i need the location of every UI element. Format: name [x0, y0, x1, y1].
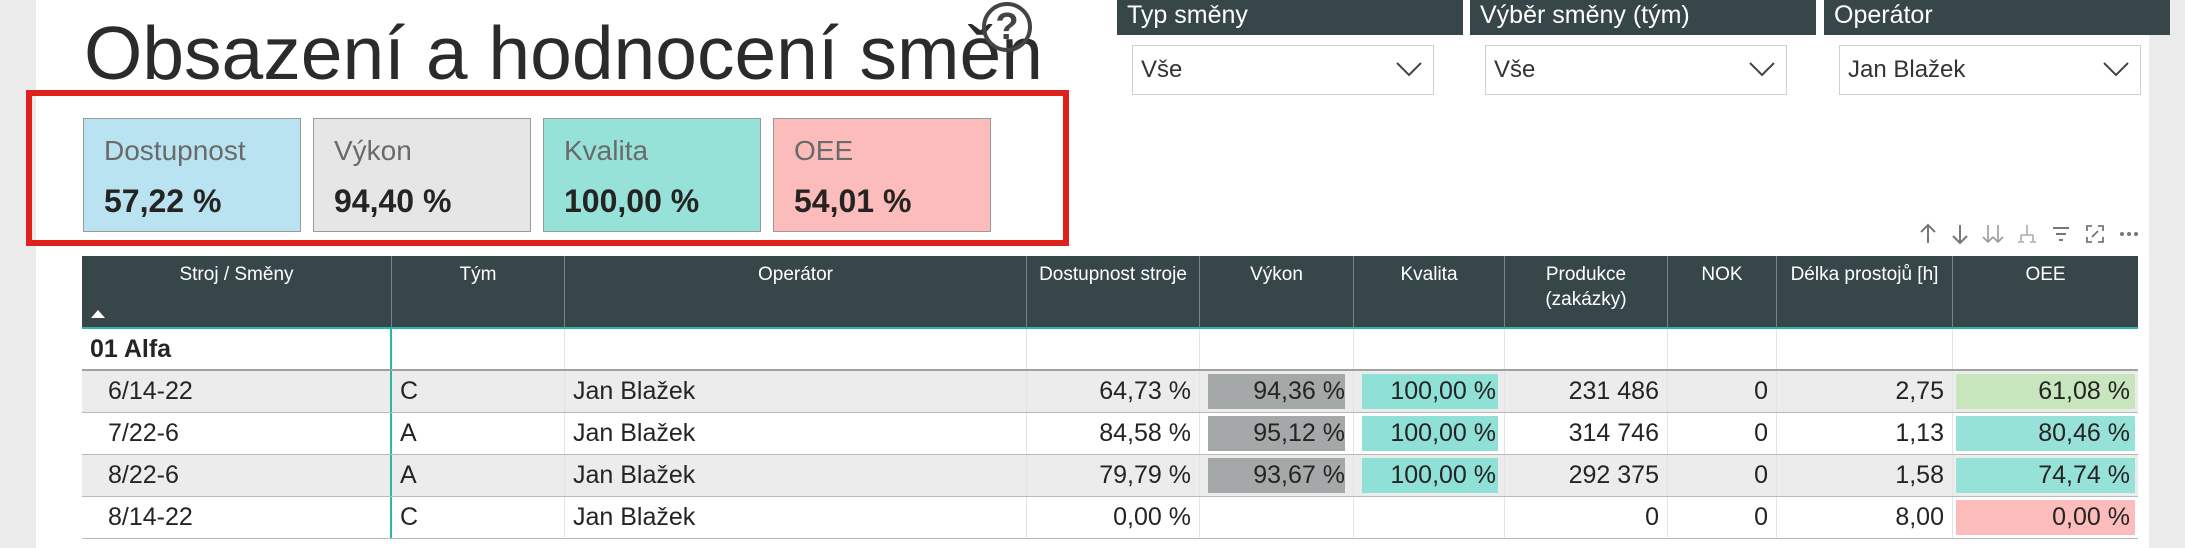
kpi-value: 54,01 % [794, 183, 912, 219]
cell-downtime: 8,00 [1777, 497, 1953, 538]
kpi-value: 100,00 % [564, 183, 700, 219]
slicer-header: Operátor [1824, 0, 2170, 35]
cell-production: 231 486 [1505, 371, 1668, 412]
team-dropdown[interactable]: Vše [1485, 45, 1787, 95]
cell-production: 0 [1505, 497, 1668, 538]
cell-nok: 0 [1668, 371, 1777, 412]
cell-downtime: 2,75 [1777, 371, 1953, 412]
cell-operator: Jan Blažek [565, 371, 1027, 412]
page-title: Obsazení a hodnocení směn [84, 11, 1043, 95]
more-options-icon[interactable] [2118, 223, 2140, 245]
column-header-downtime[interactable]: Délka prostojů [h] [1777, 256, 1953, 327]
visual-toolbar [1918, 222, 2140, 246]
cell-nok: 0 [1668, 455, 1777, 496]
cell-operator: Jan Blažek [565, 413, 1027, 454]
column-header-team[interactable]: Tým [392, 256, 565, 327]
table-row[interactable]: 8/14-22 C Jan Blažek 0,00 % 0 0 8,00 0,00 % [82, 497, 2138, 539]
cell-downtime: 1,58 [1777, 455, 1953, 496]
cell-performance: 93,67 % [1200, 455, 1354, 496]
operator-dropdown[interactable]: Jan Blažek [1839, 45, 2141, 95]
cell-team: C [392, 497, 565, 538]
focus-mode-icon[interactable] [2084, 223, 2106, 245]
shift-matrix-table: Stroj / Směny Tým Operátor Dostupnost st… [82, 256, 2138, 539]
cell-operator: Jan Blažek [565, 497, 1027, 538]
group-label: 01 Alfa [82, 329, 392, 369]
cell-performance: 95,12 % [1200, 413, 1354, 454]
cell-nok: 0 [1668, 497, 1777, 538]
kpi-label: Kvalita [564, 135, 649, 166]
kpi-card-oee[interactable]: OEE 54,01 % [773, 118, 991, 232]
kpi-value: 94,40 % [334, 183, 452, 219]
table-row[interactable]: 7/22-6 A Jan Blažek 84,58 % 95,12 % 100,00 % 3… [82, 413, 2138, 455]
dropdown-value: Vše [1141, 56, 1183, 83]
cell-team: A [392, 413, 565, 454]
column-header-quality[interactable]: Kvalita [1354, 256, 1505, 327]
sort-indicator-icon [91, 310, 105, 318]
kpi-label: Dostupnost [104, 135, 246, 166]
kpi-value: 57,22 % [104, 183, 222, 219]
column-header-oee[interactable]: OEE [1953, 256, 2138, 327]
slicer-operator: Operátor Jan Blažek [1824, 0, 2170, 95]
cell-operator: Jan Blažek [565, 455, 1027, 496]
column-header-nok[interactable]: NOK [1668, 256, 1777, 327]
cell-oee: 0,00 % [1953, 497, 2138, 538]
chevron-down-icon [1749, 62, 1775, 77]
kpi-label: OEE [794, 135, 854, 166]
cell-oee: 74,74 % [1953, 455, 2138, 496]
kpi-card-performance[interactable]: Výkon 94,40 % [313, 118, 531, 232]
column-header-performance[interactable]: Výkon [1200, 256, 1354, 327]
cell-availability: 64,73 % [1027, 371, 1200, 412]
slicer-header: Typ směny [1117, 0, 1463, 35]
dropdown-value: Vše [1494, 56, 1536, 83]
table-row[interactable]: 8/22-6 A Jan Blažek 79,79 % 93,67 % 100,00 % 2… [82, 455, 2138, 497]
slicer-shift-type: Typ směny Vše [1117, 0, 1463, 95]
cell-oee: 80,46 % [1953, 413, 2138, 454]
filter-icon[interactable] [2050, 223, 2072, 245]
cell-shift: 8/14-22 [82, 497, 392, 538]
cell-availability: 79,79 % [1027, 455, 1200, 496]
cell-team: A [392, 455, 565, 496]
chevron-down-icon [1396, 62, 1422, 77]
cell-availability: 84,58 % [1027, 413, 1200, 454]
chevron-down-icon [2103, 62, 2129, 77]
cell-performance: 94,36 % [1200, 371, 1354, 412]
cell-availability: 0,00 % [1027, 497, 1200, 538]
expand-all-icon[interactable] [1982, 223, 2004, 245]
cell-performance [1200, 497, 1354, 538]
sort-ascending-icon[interactable] [1918, 223, 1938, 245]
slicer-team: Výběr směny (tým) Vše [1470, 0, 1816, 95]
cell-oee: 61,08 % [1953, 371, 2138, 412]
column-header-operator[interactable]: Operátor [565, 256, 1027, 327]
cell-production: 292 375 [1505, 455, 1668, 496]
column-header-production[interactable]: Produkce (zakázky) [1505, 256, 1668, 327]
help-icon[interactable]: ? [982, 2, 1032, 52]
cell-shift: 6/14-22 [82, 371, 392, 412]
cell-production: 314 746 [1505, 413, 1668, 454]
cell-quality: 100,00 % [1354, 455, 1505, 496]
cell-shift: 8/22-6 [82, 455, 392, 496]
dropdown-value: Jan Blažek [1848, 56, 1966, 83]
table-header: Stroj / Směny Tým Operátor Dostupnost st… [82, 256, 2138, 329]
cell-quality: 100,00 % [1354, 413, 1505, 454]
cell-team: C [392, 371, 565, 412]
column-header-machine-shift[interactable]: Stroj / Směny [82, 256, 392, 327]
sort-descending-icon[interactable] [1950, 223, 1970, 245]
kpi-label: Výkon [334, 135, 412, 166]
cell-downtime: 1,13 [1777, 413, 1953, 454]
table-row[interactable]: 6/14-22 C Jan Blažek 64,73 % 94,36 % 100,00 %… [82, 371, 2138, 413]
kpi-card-quality[interactable]: Kvalita 100,00 % [543, 118, 761, 232]
cell-shift: 7/22-6 [82, 413, 392, 454]
column-header-availability[interactable]: Dostupnost stroje [1027, 256, 1200, 327]
cell-quality [1354, 497, 1505, 538]
cell-quality: 100,00 % [1354, 371, 1505, 412]
cell-nok: 0 [1668, 413, 1777, 454]
drill-icon[interactable] [2016, 223, 2038, 245]
shift-type-dropdown[interactable]: Vše [1132, 45, 1434, 95]
group-row[interactable]: 01 Alfa [82, 329, 2138, 371]
slicer-header: Výběr směny (tým) [1470, 0, 1816, 35]
kpi-card-availability[interactable]: Dostupnost 57,22 % [83, 118, 301, 232]
